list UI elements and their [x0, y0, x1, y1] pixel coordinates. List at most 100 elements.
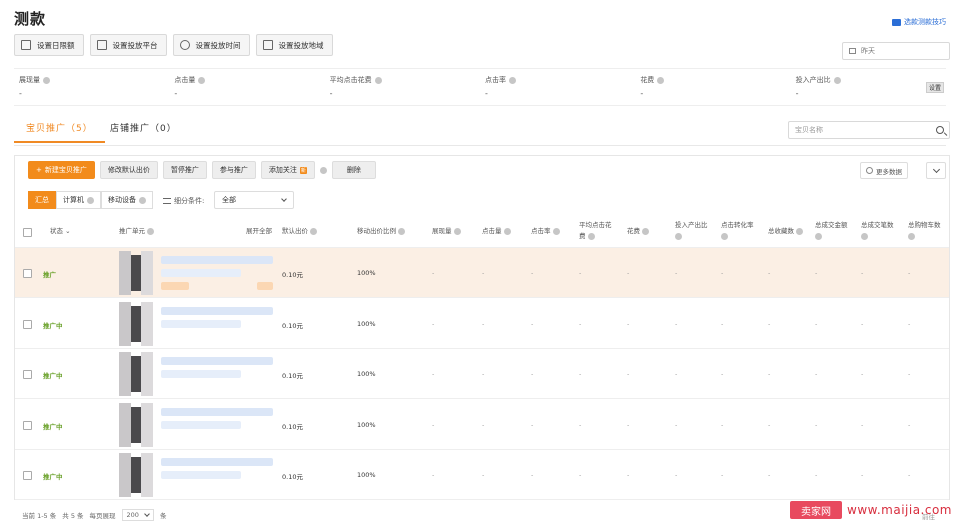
row-metric: - — [432, 420, 435, 429]
stats-settings-button[interactable]: 设置 — [926, 82, 944, 93]
col-status[interactable]: 状态 ⌄ — [50, 226, 71, 237]
expand-all-link[interactable]: 展开全部 — [246, 226, 272, 237]
product-thumbnail[interactable] — [119, 402, 153, 447]
row-status: 推广中 — [43, 422, 63, 431]
help-icon[interactable] — [642, 227, 649, 235]
search-input[interactable]: 宝贝名称 — [788, 121, 950, 139]
help-icon[interactable] — [721, 232, 728, 240]
select-all-checkbox[interactable] — [23, 228, 32, 237]
help-icon[interactable] — [374, 76, 382, 84]
product-subtitle — [161, 319, 241, 328]
page-title: 测款 — [14, 10, 47, 28]
row-metric: - — [768, 319, 771, 328]
help-icon[interactable] — [508, 76, 516, 84]
col-avg-cpc-label-2: 费 — [579, 232, 586, 240]
row-metric: - — [721, 420, 724, 429]
product-thumbnail[interactable] — [119, 251, 153, 295]
help-icon[interactable] — [861, 232, 868, 240]
device-computer[interactable]: 计算机 — [56, 191, 101, 209]
table-row[interactable]: 推广 0.10元 100% - - - - - - - - - - - — [15, 248, 949, 298]
new-item-promotion-button[interactable]: + 新建宝贝推广 — [28, 161, 95, 179]
product-title[interactable] — [161, 458, 273, 466]
row-bid[interactable]: 0.10元 — [282, 370, 303, 380]
settings-toolbar: 设置日限额 设置投放平台 设置投放时间 设置投放地域 — [14, 34, 333, 56]
help-icon[interactable] — [319, 167, 327, 174]
table-row[interactable]: 推广中 0.10元 100% - - - - - - - - - - - — [15, 450, 949, 500]
help-icon[interactable] — [908, 232, 915, 240]
join-button[interactable]: 参与推广 — [211, 161, 256, 179]
help-icon[interactable] — [552, 227, 560, 235]
device-mobile[interactable]: 移动设备 — [101, 191, 153, 209]
product-thumbnail[interactable] — [119, 453, 153, 497]
row-metric: - — [675, 319, 678, 328]
row-metric: - — [861, 319, 864, 328]
row-bid[interactable]: 0.10元 — [282, 320, 303, 330]
stat-impressions: 展现量 - — [14, 69, 169, 105]
row-checkbox[interactable] — [23, 319, 32, 329]
row-bid[interactable]: 0.10元 — [282, 471, 303, 481]
help-icon[interactable] — [796, 227, 803, 235]
watermark: 卖家网 www.maijia.com — [790, 501, 952, 519]
guide-link[interactable]: 选款测款技巧 — [892, 17, 946, 27]
video-icon — [892, 18, 901, 26]
product-tag — [257, 282, 273, 290]
product-title[interactable] — [161, 407, 273, 416]
set-daily-limit-button[interactable]: 设置日限额 — [14, 34, 84, 56]
help-icon[interactable] — [43, 76, 50, 84]
tab-item-promotion[interactable]: 宝贝推广（5） — [14, 121, 105, 143]
help-icon[interactable] — [675, 232, 682, 240]
table-row[interactable]: 推广中 0.10元 100% - - - - - - - - - - - — [15, 299, 949, 349]
col-bid: 默认出价 — [282, 226, 317, 237]
row-status: 推广中 — [43, 321, 63, 330]
row-bid[interactable]: 0.10元 — [282, 421, 303, 431]
product-title[interactable] — [161, 357, 273, 365]
row-status: 推广中 — [43, 473, 63, 481]
row-metric: - — [861, 471, 864, 479]
set-platform-button[interactable]: 设置投放平台 — [89, 34, 167, 56]
device-summary[interactable]: 汇总 — [28, 191, 56, 209]
collapse-button[interactable] — [926, 162, 946, 179]
row-checkbox[interactable] — [23, 370, 32, 379]
help-icon[interactable] — [310, 227, 317, 235]
product-thumbnail[interactable] — [119, 352, 153, 396]
help-icon[interactable] — [453, 227, 461, 235]
pause-button[interactable]: 暂停推广 — [162, 161, 207, 179]
clock-icon — [179, 40, 190, 50]
set-platform-label: 设置投放平台 — [112, 40, 158, 50]
table-row[interactable]: 推广中 0.10元 100% - - - - - - - - - - - — [15, 349, 949, 399]
per-page-select[interactable]: 200 — [121, 509, 154, 521]
row-checkbox[interactable] — [23, 471, 32, 480]
set-time-button[interactable]: 设置投放时间 — [172, 34, 250, 56]
help-icon[interactable] — [198, 76, 206, 84]
help-icon[interactable] — [833, 76, 841, 84]
date-filter[interactable]: 昨天 — [842, 42, 950, 60]
help-icon[interactable] — [87, 196, 94, 204]
delete-button[interactable]: 删除 — [331, 161, 376, 179]
date-filter-value: 昨天 — [861, 47, 875, 55]
more-data-button[interactable]: 更多数据 — [860, 162, 908, 179]
product-title[interactable] — [161, 256, 273, 264]
table-row[interactable]: 推广中 0.10元 100% - - - - - - - - - - - — [15, 400, 949, 450]
modify-bid-button[interactable]: 修改默认出价 — [99, 161, 158, 179]
row-checkbox[interactable] — [23, 420, 32, 430]
product-thumbnail[interactable] — [119, 301, 153, 346]
row-bid[interactable]: 0.10元 — [282, 269, 303, 279]
help-icon[interactable] — [587, 232, 595, 240]
help-icon[interactable] — [503, 227, 511, 235]
help-icon[interactable] — [139, 196, 146, 204]
row-metric: - — [815, 319, 818, 328]
row-metric: - — [627, 420, 630, 429]
help-icon[interactable] — [398, 227, 405, 235]
help-icon[interactable] — [657, 76, 665, 84]
help-icon[interactable] — [147, 227, 154, 235]
help-icon[interactable] — [815, 232, 822, 240]
per-page-label: 每页展现 — [89, 512, 116, 520]
product-title[interactable] — [161, 306, 273, 315]
set-region-button[interactable]: 设置投放地域 — [255, 34, 333, 56]
tab-shop-promotion[interactable]: 店铺推广（0） — [110, 121, 177, 134]
stat-label: 展现量 — [19, 76, 40, 84]
segment-select[interactable]: 全部 — [214, 191, 294, 209]
add-follow-button[interactable]: 添加关注新 — [260, 161, 315, 179]
row-checkbox[interactable] — [23, 269, 32, 278]
search-icon[interactable] — [936, 126, 944, 134]
